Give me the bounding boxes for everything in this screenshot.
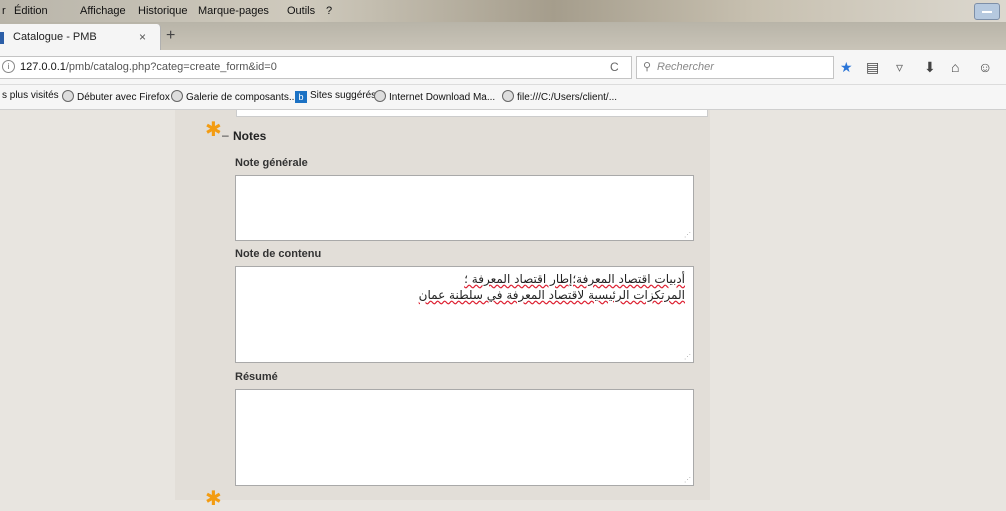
menu-bar: r Édition Affichage Historique Marque-pa… [0, 0, 1006, 22]
bookmark-label: Débuter avec Firefox [77, 92, 170, 103]
site-info-icon[interactable]: i [2, 60, 15, 73]
menu-item-r[interactable]: r [2, 5, 6, 17]
pocket-icon[interactable]: ▿ [896, 59, 903, 76]
search-input[interactable]: ⚲ Rechercher [636, 56, 834, 79]
minimize-button[interactable] [974, 3, 1000, 20]
bookmark-internet-download[interactable]: Internet Download Ma... [374, 90, 495, 103]
bookmark-getting-started[interactable]: Débuter avec Firefox [62, 90, 170, 103]
menu-item-affichage[interactable]: Affichage [80, 5, 126, 17]
search-icon: ⚲ [643, 61, 652, 73]
bookmark-label: Internet Download Ma... [389, 92, 496, 103]
bookmark-most-visited[interactable]: s plus visités [2, 90, 59, 101]
close-tab-icon[interactable]: × [139, 30, 146, 44]
url-text: 127.0.0.1/pmb/catalog.php?categ=create_f… [20, 61, 277, 73]
collapse-icon[interactable]: – [222, 128, 229, 142]
tab-title: Catalogue - PMB [13, 31, 97, 43]
label-resume: Résumé [235, 371, 278, 383]
bookmark-label: Sites suggérés [310, 90, 377, 101]
home-icon[interactable]: ⌂ [951, 59, 959, 75]
label-note-generale: Note générale [235, 157, 308, 169]
menu-item-marque-pages[interactable]: Marque-pages [198, 5, 269, 17]
reload-icon[interactable]: C [610, 60, 619, 74]
note-contenu-line: المرتكزات الرئيسية لاقتصاد المعرفة في سل… [418, 288, 685, 302]
url-bar[interactable]: i 127.0.0.1/pmb/catalog.php?categ=create… [0, 56, 632, 79]
star-icon: ✱ [205, 119, 222, 141]
menu-item-historique[interactable]: Historique [138, 5, 188, 17]
bookmark-gallery[interactable]: Galerie de composants... [171, 90, 297, 103]
globe-icon [171, 90, 183, 102]
resume-textarea[interactable]: ⋰ [235, 389, 694, 486]
previous-field-bottom [236, 110, 708, 117]
bookmarks-list-icon[interactable]: ▤ [866, 59, 879, 76]
menu-item-help[interactable]: ? [326, 5, 332, 17]
note-contenu-line: أدبيات اقتصاد المعرفة؛إطار اقتصاد المعرف… [464, 272, 685, 286]
bing-icon: b [295, 91, 307, 103]
bookmark-suggested-sites[interactable]: b Sites suggérés [295, 90, 376, 103]
bookmark-label: file:///C:/Users/client/... [517, 92, 618, 103]
globe-icon [374, 90, 386, 102]
bookmark-file[interactable]: file:///C:/Users/client/... [502, 90, 617, 103]
url-path: /pmb/catalog.php?categ=create_form&id=0 [65, 61, 277, 73]
note-generale-textarea[interactable]: ⋰ [235, 175, 694, 241]
bookmark-star-icon[interactable]: ★ [840, 59, 853, 76]
label-note-contenu: Note de contenu [235, 248, 322, 260]
section-title-notes: Notes [233, 129, 267, 143]
url-host: 127.0.0.1 [20, 61, 66, 73]
resize-grip-icon[interactable]: ⋰ [684, 231, 691, 239]
resize-grip-icon[interactable]: ⋰ [684, 353, 691, 361]
note-contenu-textarea[interactable]: أدبيات اقتصاد المعرفة؛إطار اقتصاد المعرف… [235, 266, 694, 363]
new-tab-button[interactable]: + [166, 27, 175, 45]
globe-icon [502, 90, 514, 102]
bookmark-label: Galerie de composants... [186, 92, 298, 103]
menu-item-edition[interactable]: Édition [14, 5, 48, 17]
hello-icon[interactable]: ☺ [978, 59, 992, 75]
star-icon: ✱ [205, 488, 222, 510]
download-icon[interactable]: ⬇ [924, 59, 936, 76]
resize-grip-icon[interactable]: ⋰ [684, 476, 691, 484]
menu-item-outils[interactable]: Outils [287, 5, 315, 17]
globe-icon [62, 90, 74, 102]
tab-catalogue[interactable]: Catalogue - PMB × [0, 24, 161, 50]
note-contenu-value: أدبيات اقتصاد المعرفة؛إطار اقتصاد المعرف… [245, 271, 685, 303]
search-placeholder: Rechercher [657, 61, 714, 73]
pmb-favicon-icon [0, 32, 4, 44]
